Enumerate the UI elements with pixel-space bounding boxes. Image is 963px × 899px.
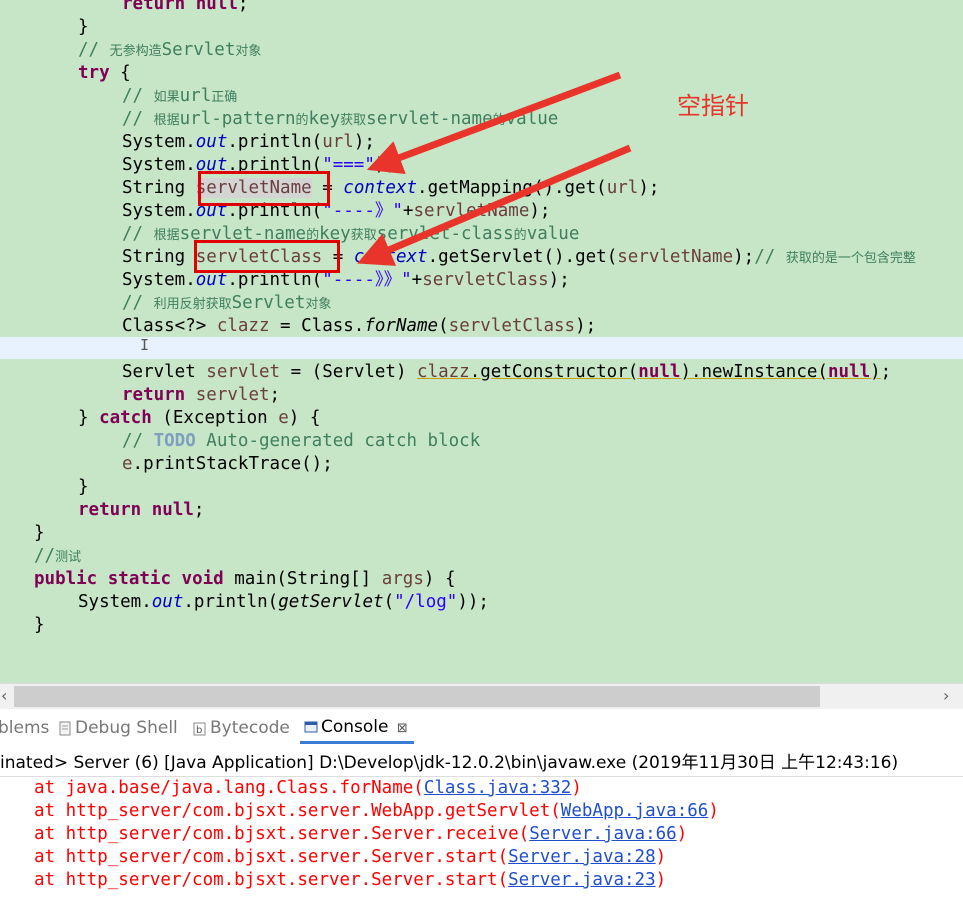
close-tab-icon[interactable]: ⊠ <box>397 721 408 736</box>
stack-trace-line: at http_server/com.bjsxt.server.Server.s… <box>34 870 667 890</box>
debug-shell-icon <box>59 721 71 735</box>
stack-trace-link[interactable]: Class.java:332 <box>424 778 572 798</box>
console-icon <box>304 721 318 732</box>
scroll-left-icon[interactable]: ‹ <box>1 686 7 705</box>
console-output[interactable]: at java.base/java.lang.Class.forName(Cla… <box>0 777 963 899</box>
bytecode-icon: b <box>193 722 206 736</box>
svg-text:b: b <box>196 725 202 736</box>
code-editor[interactable]: return null;}// 无参构造Servlet对象 try {// 如果u… <box>0 0 963 683</box>
stack-trace-link[interactable]: Server.java:28 <box>508 847 656 867</box>
bottom-panel-tabs: blems Debug Shell b Bytecode Console ⊠ <box>0 709 963 749</box>
arrow-to-servletClass <box>357 144 632 266</box>
tab-problems[interactable]: blems <box>0 718 49 738</box>
stack-trace-link[interactable]: Server.java:23 <box>508 870 656 890</box>
tab-debug-shell[interactable]: Debug Shell <box>58 718 178 738</box>
tab-console[interactable]: Console ⊠ <box>300 715 414 744</box>
tab-bytecode[interactable]: b Bytecode <box>193 718 290 738</box>
annotation-label: 空指针 <box>677 92 749 120</box>
annotation-arrows <box>357 71 632 266</box>
stack-trace-line: at http_server/com.bjsxt.server.Server.s… <box>34 847 667 867</box>
stack-trace-link[interactable]: Server.java:66 <box>529 824 677 844</box>
scroll-right-icon[interactable]: › <box>943 686 949 705</box>
scrollbar-thumb[interactable] <box>14 686 820 707</box>
stack-trace-link[interactable]: WebApp.java:66 <box>561 801 709 821</box>
arrow-to-servletName <box>366 71 622 175</box>
stack-trace-line: at http_server/com.bjsxt.server.WebApp.g… <box>34 801 719 821</box>
stack-trace-line: at http_server/com.bjsxt.server.Server.r… <box>34 824 688 844</box>
horizontal-scrollbar[interactable]: ‹ › <box>0 683 963 710</box>
console-process-label: inated> Server (6) [Java Application] D:… <box>0 750 963 777</box>
stack-trace-line: at java.base/java.lang.Class.forName(Cla… <box>34 778 582 798</box>
